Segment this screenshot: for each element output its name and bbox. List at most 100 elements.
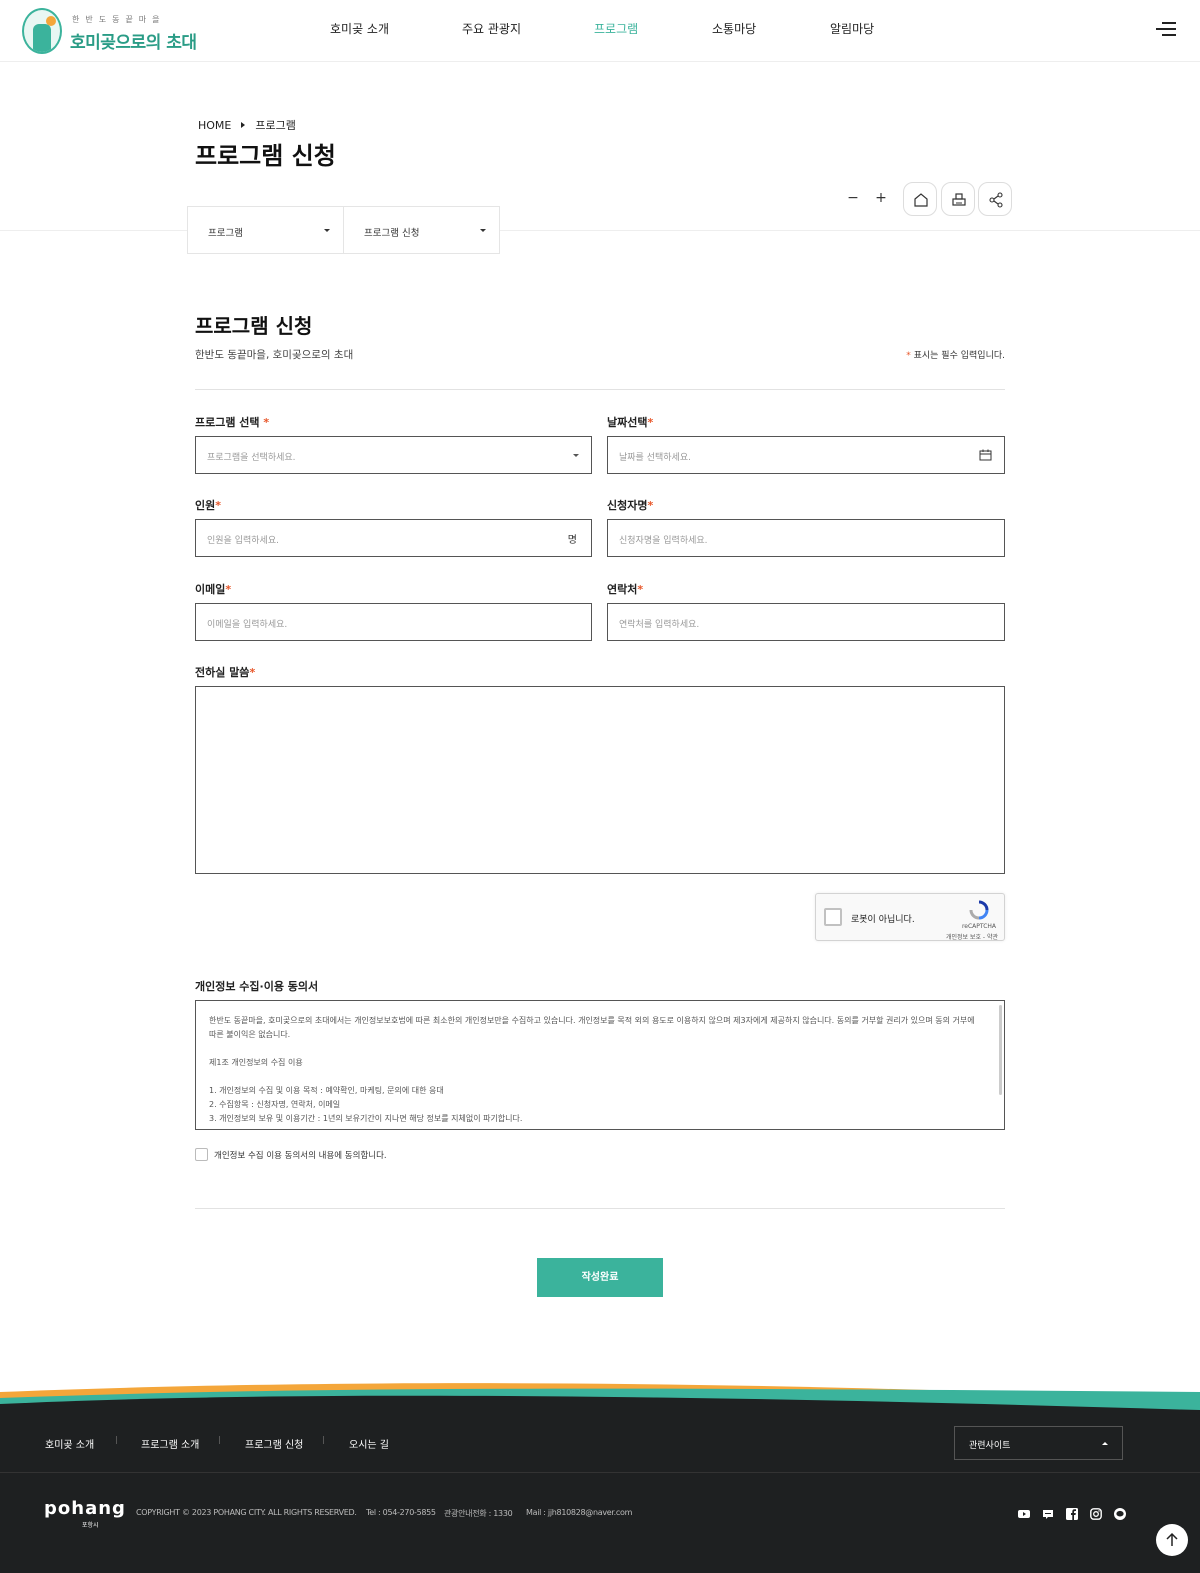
mail-text: Mail : jjh810828@naver.com: [526, 1508, 633, 1517]
footer-link-program-apply[interactable]: 프로그램 신청: [245, 1436, 303, 1451]
privacy-agree-label[interactable]: 개인정보 수집 이용 동의서의 내용에 동의합니다.: [214, 1149, 387, 1161]
privacy-item: 2. 수집항목 : 신청자명, 연락처, 이메일: [209, 1100, 341, 1109]
form-subtitle: 한반도 동끝마을, 호미곶으로의 초대: [195, 349, 354, 361]
applicant-name-label: 신청자명*: [607, 499, 654, 512]
scroll-top-button[interactable]: [1156, 1524, 1188, 1556]
privacy-agree-checkbox[interactable]: [195, 1148, 208, 1161]
privacy-intro: 한반도 동끝마을, 호미곶으로의 초대에서는 개인정보보호법에 따른 최소한의 …: [209, 1016, 975, 1039]
section-divider: [0, 230, 1200, 231]
phone-input[interactable]: 연락처를 입력하세요.: [607, 603, 1005, 641]
home-button[interactable]: [903, 182, 937, 216]
footer-wave: [0, 1383, 1200, 1415]
privacy-scrollbar[interactable]: [999, 1005, 1002, 1095]
recaptcha-label: 로봇이 아닙니다.: [851, 915, 915, 925]
zoom-out-button[interactable]: −: [845, 190, 861, 206]
chevron-up-icon: [1102, 1442, 1108, 1445]
pohang-logo-sub: 포항시: [82, 1522, 99, 1529]
calendar-icon[interactable]: [979, 449, 992, 461]
email-input-placeholder: 이메일을 입력하세요.: [207, 620, 288, 630]
facebook-icon[interactable]: [1066, 1508, 1078, 1520]
phone-input-placeholder: 연락처를 입력하세요.: [619, 620, 700, 630]
program-select[interactable]: 프로그램을 선택하세요.: [195, 436, 592, 474]
footer-divider: [0, 1472, 1200, 1473]
privacy-terms-content: 한반도 동끝마을, 호미곶으로의 초대에서는 개인정보보호법에 따른 최소한의 …: [209, 1014, 984, 1126]
applicant-name-input[interactable]: 신청자명을 입력하세요.: [607, 519, 1005, 557]
date-input[interactable]: 날짜를 선택하세요.: [607, 436, 1005, 474]
main-nav: 호미곶 소개 주요 관광지 프로그램 소통마당 알림마당: [0, 20, 1200, 40]
youtube-icon[interactable]: [1018, 1508, 1030, 1520]
snb-depth1-label: 프로그램: [208, 228, 243, 239]
breadcrumb: HOME 프로그램: [198, 117, 296, 133]
chevron-down-icon: [480, 229, 486, 232]
required-note: * 표시는 필수 입력입니다.: [906, 351, 1005, 361]
privacy-terms-box[interactable]: 한반도 동끝마을, 호미곶으로의 초대에서는 개인정보보호법에 따른 최소한의 …: [195, 1000, 1005, 1130]
footer-link-intro[interactable]: 호미곶 소개: [45, 1436, 94, 1451]
recaptcha-terms-link[interactable]: 개인정보 보호 - 약관: [946, 932, 998, 941]
kakao-icon[interactable]: [1114, 1508, 1126, 1520]
date-input-placeholder: 날짜를 선택하세요.: [619, 453, 691, 463]
recaptcha-widget: 로봇이 아닙니다. reCAPTCHA 개인정보 보호 - 약관: [815, 893, 1005, 941]
phone-label: 연락처*: [607, 583, 644, 596]
snb-depth1-select[interactable]: 프로그램: [188, 207, 344, 253]
message-label: 전하실 말씀*: [195, 666, 256, 679]
share-button[interactable]: [978, 182, 1012, 216]
chevron-down-icon: [573, 454, 579, 457]
site-footer: 호미곶 소개 프로그램 소개 프로그램 신청 오시는 길 관련사이트 pohan…: [0, 1412, 1200, 1573]
breadcrumb-home[interactable]: HOME: [198, 119, 231, 132]
nav-item-community[interactable]: 소통마당: [712, 20, 756, 37]
applicant-name-placeholder: 신청자명을 입력하세요.: [619, 536, 708, 546]
chevron-right-icon: [241, 122, 246, 128]
recaptcha-logo-icon: [969, 900, 989, 920]
people-input[interactable]: 인원을 입력하세요. 명: [195, 519, 592, 557]
arrow-up-icon: [1166, 1532, 1178, 1546]
print-icon: [952, 193, 966, 206]
snb-depth2-label: 프로그램 신청: [364, 228, 420, 239]
nav-item-program[interactable]: 프로그램: [594, 20, 638, 37]
nav-item-attractions[interactable]: 주요 관광지: [462, 20, 521, 37]
footer-link-program-intro[interactable]: 프로그램 소개: [141, 1436, 199, 1451]
nav-item-notice[interactable]: 알림마당: [830, 20, 874, 37]
copyright-text: COPYRIGHT © 2023 POHANG CITY. ALL RIGHTS…: [136, 1508, 357, 1517]
page-tools: − +: [0, 182, 1200, 216]
hamburger-menu-icon[interactable]: [1156, 20, 1176, 38]
program-select-placeholder: 프로그램을 선택하세요.: [207, 453, 296, 463]
people-label: 인원*: [195, 499, 222, 512]
related-sites-label: 관련사이트: [969, 1441, 1011, 1451]
footer-nav-divider: [323, 1436, 324, 1444]
submit-button[interactable]: 작성완료: [537, 1258, 663, 1297]
home-icon: [914, 193, 928, 207]
message-textarea[interactable]: [195, 686, 1005, 874]
footer-link-directions[interactable]: 오시는 길: [349, 1436, 389, 1451]
form-bottom-divider: [195, 1208, 1005, 1209]
date-select-label: 날짜선택*: [607, 416, 654, 429]
breadcrumb-current[interactable]: 프로그램: [255, 119, 295, 132]
chevron-down-icon: [324, 229, 330, 232]
form-title: 프로그램 신청: [195, 314, 313, 338]
privacy-item: 1. 개인정보의 수집 및 이용 목적 : 예약확인, 마케팅, 문의에 대한 …: [209, 1086, 444, 1095]
privacy-item: 3. 개인정보의 보유 및 이용기간 : 1년의 보유기간이 지나면 해당 정보…: [209, 1114, 523, 1123]
footer-nav-divider: [219, 1436, 220, 1444]
program-select-label: 프로그램 선택 *: [195, 416, 270, 429]
form-top-divider: [195, 389, 1005, 390]
recaptcha-checkbox[interactable]: [824, 908, 842, 926]
privacy-article: 제1조 개인정보의 수집 이용: [209, 1058, 303, 1067]
zoom-in-button[interactable]: +: [873, 190, 889, 206]
privacy-title: 개인정보 수집·이용 동의서: [195, 980, 319, 993]
people-input-placeholder: 인원을 입력하세요.: [207, 536, 279, 546]
recaptcha-brand: reCAPTCHA: [961, 923, 996, 930]
page-title: 프로그램 신청: [195, 142, 336, 170]
share-icon: [989, 192, 1003, 208]
related-sites-select[interactable]: 관련사이트: [954, 1426, 1123, 1460]
tour-tel-text: 관광안내전화 : 1330: [444, 1509, 513, 1518]
snb-depth2-select[interactable]: 프로그램 신청: [344, 207, 500, 253]
print-button[interactable]: [941, 182, 975, 216]
email-input[interactable]: 이메일을 입력하세요.: [195, 603, 592, 641]
blog-icon[interactable]: [1042, 1508, 1054, 1520]
nav-item-intro[interactable]: 호미곶 소개: [330, 20, 389, 37]
sub-navigation: 프로그램 프로그램 신청: [187, 206, 500, 254]
instagram-icon[interactable]: [1090, 1508, 1102, 1520]
site-header: 한반도동끝마을 호미곶으로의 초대 호미곶 소개 주요 관광지 프로그램 소통마…: [0, 0, 1200, 62]
people-unit: 명: [567, 535, 577, 546]
tel-text: Tel : 054-270-5855: [366, 1508, 436, 1517]
footer-nav-divider: [116, 1436, 117, 1444]
